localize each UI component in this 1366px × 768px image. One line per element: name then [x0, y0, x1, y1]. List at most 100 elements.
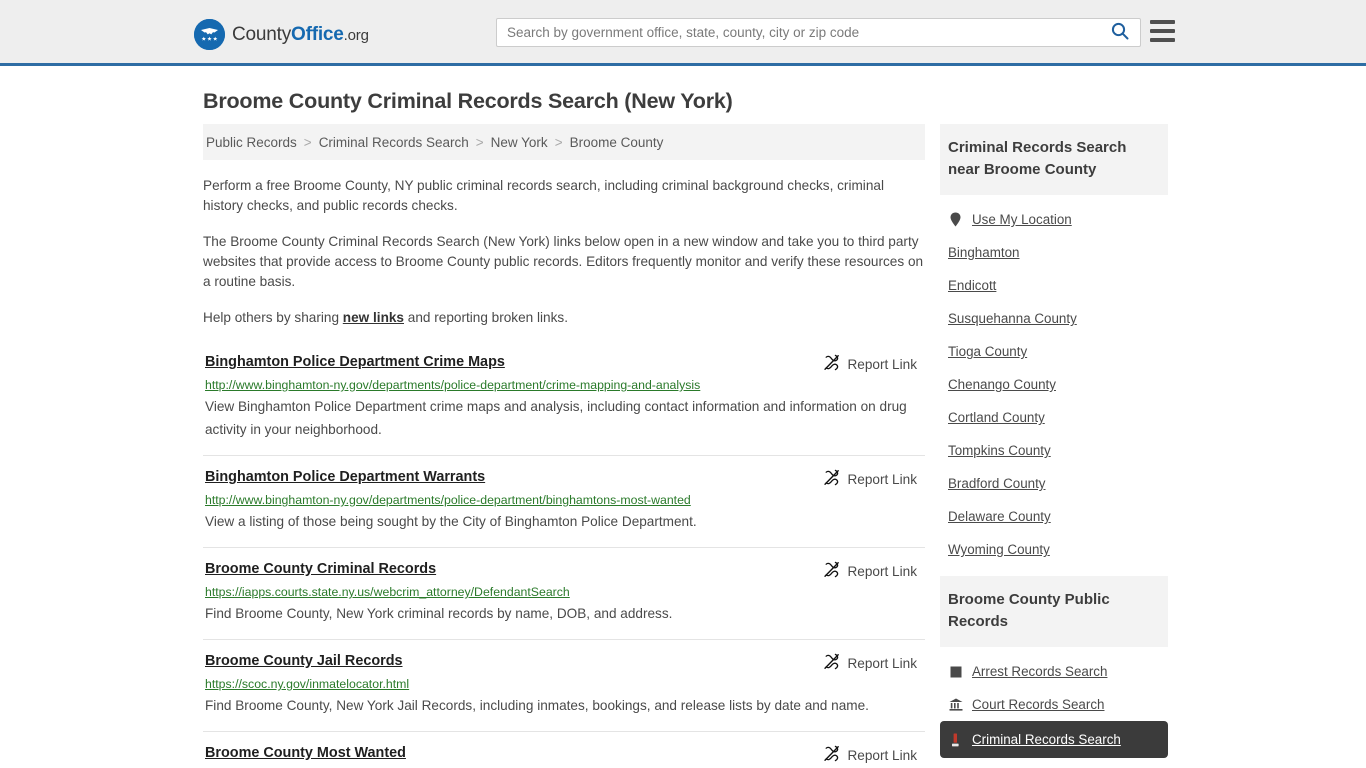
logo-text: CountyOffice.org: [232, 24, 369, 46]
result-title-link[interactable]: Broome County Jail Records: [205, 653, 403, 669]
sidebar-link-chenango-county[interactable]: Chenango County: [940, 368, 1168, 401]
breadcrumb-item[interactable]: New York: [491, 135, 548, 150]
report-link-label: Report Link: [847, 655, 917, 671]
sidebar-link-label: Wyoming County: [948, 542, 1050, 557]
result-item: Binghamton Police Department Warrants Rep…: [203, 456, 925, 548]
result-item: Broome County Jail Records Report Link htt…: [203, 640, 925, 732]
site-header: CountyOffice.org: [0, 0, 1366, 66]
sidebar-link-cortland-county[interactable]: Cortland County: [940, 401, 1168, 434]
report-link-button[interactable]: Report Link: [823, 745, 917, 765]
report-link-button[interactable]: Report Link: [823, 653, 917, 673]
result-header: Binghamton Police Department Warrants Rep…: [205, 469, 923, 489]
result-description: View a listing of those being sought by …: [205, 514, 697, 529]
sidebar-link-label: Delaware County: [948, 509, 1051, 524]
sidebar-link-label: Cortland County: [948, 410, 1045, 425]
sidebar-link-tompkins-county[interactable]: Tompkins County: [940, 434, 1168, 467]
intro-paragraph-2: The Broome County Criminal Records Searc…: [203, 234, 924, 289]
sidebar-link-label: Use My Location: [972, 212, 1072, 227]
map-pin-icon: [948, 212, 963, 227]
result-header: Broome County Most Wanted Report Link: [205, 745, 923, 765]
sidebar-link-delaware-county[interactable]: Delaware County: [940, 500, 1168, 533]
report-link-label: Report Link: [847, 356, 917, 372]
result-header: Broome County Jail Records Report Link: [205, 653, 923, 673]
intro-paragraph-3: Help others by sharing new links and rep…: [203, 308, 925, 328]
result-item: Broome County Most Wanted Report Link: [203, 732, 925, 768]
sidebar-link-label: Susquehanna County: [948, 311, 1077, 326]
result-title-link[interactable]: Binghamton Police Department Crime Maps: [205, 354, 505, 370]
report-link-button[interactable]: Report Link: [823, 469, 917, 489]
panel-nearby-heading: Criminal Records Search near Broome Coun…: [940, 124, 1168, 195]
hamburger-bar: [1150, 20, 1175, 24]
broken-link-icon: [823, 354, 840, 374]
result-header: Binghamton Police Department Crime Maps R…: [205, 354, 923, 374]
nearby-links-list: Use My Location Binghamton Endicott Susqueh…: [940, 195, 1168, 566]
sidebar-link-criminal-records-search[interactable]: Criminal Records Search: [940, 721, 1168, 758]
result-description: View Binghamton Police Department crime …: [205, 399, 907, 437]
result-description: Find Broome County, New York criminal re…: [205, 606, 673, 621]
breadcrumb-separator: >: [554, 134, 563, 150]
result-item: Broome County Criminal Records Report Lin…: [203, 548, 925, 640]
sidebar-link-label: Chenango County: [948, 377, 1056, 392]
result-title-link[interactable]: Broome County Most Wanted: [205, 745, 406, 761]
sidebar-link-label: Binghamton: [948, 245, 1020, 260]
sidebar-link-court-records-search[interactable]: Court Records Search: [940, 688, 1168, 721]
sidebar-link-bradford-county[interactable]: Bradford County: [940, 467, 1168, 500]
result-title-link[interactable]: Broome County Criminal Records: [205, 561, 436, 577]
magnifier-icon: [1111, 22, 1129, 43]
intro-paragraph-1: Perform a free Broome County, NY public …: [203, 178, 884, 213]
breadcrumb-item[interactable]: Broome County: [570, 135, 664, 150]
sidebar-link-label: Tioga County: [948, 344, 1028, 359]
sidebar-link-binghamton[interactable]: Binghamton: [940, 236, 1168, 269]
result-item: Binghamton Police Department Crime Maps R…: [203, 344, 925, 456]
broken-link-icon: [823, 561, 840, 581]
breadcrumb-item[interactable]: Public Records: [206, 135, 297, 150]
search-input[interactable]: [497, 19, 1100, 46]
breadcrumb-separator: >: [475, 134, 484, 150]
report-link-button[interactable]: Report Link: [823, 561, 917, 581]
hamburger-menu-icon[interactable]: [1150, 20, 1175, 42]
sidebar-link-susquehanna-county[interactable]: Susquehanna County: [940, 302, 1168, 335]
sidebar-link-wyoming-county[interactable]: Wyoming County: [940, 533, 1168, 566]
panel-public-records: Broome County Public Records Arrest Reco…: [940, 576, 1168, 758]
logo-text-office: Office: [291, 23, 344, 45]
broken-link-icon: [823, 469, 840, 489]
panel-public-records-heading: Broome County Public Records: [940, 576, 1168, 647]
intro-text: Perform a free Broome County, NY public …: [203, 160, 925, 328]
hamburger-bar: [1150, 38, 1175, 42]
site-logo[interactable]: CountyOffice.org: [194, 19, 369, 50]
sidebar-link-endicott[interactable]: Endicott: [940, 269, 1168, 302]
search-bar[interactable]: [496, 18, 1141, 47]
sidebar-link-use-my-location[interactable]: Use My Location: [940, 203, 1168, 236]
broken-link-icon: [823, 653, 840, 673]
intro-p3-after: and reporting broken links.: [404, 310, 568, 325]
result-url[interactable]: https://iapps.courts.state.ny.us/webcrim…: [205, 585, 923, 599]
sidebar-link-arrest-records-search[interactable]: Arrest Records Search: [940, 655, 1168, 688]
gavel-icon: [948, 733, 963, 747]
sidebar-link-label: Endicott: [948, 278, 997, 293]
logo-text-org: .org: [343, 26, 369, 44]
intro-p3-before: Help others by sharing: [203, 310, 343, 325]
hamburger-bar: [1150, 29, 1175, 33]
search-button[interactable]: [1100, 19, 1140, 46]
report-link-label: Report Link: [847, 747, 917, 763]
public-records-links-list: Arrest Records Search Court Records Searc…: [940, 647, 1168, 758]
breadcrumb-separator: >: [303, 134, 312, 150]
report-link-label: Report Link: [847, 471, 917, 487]
result-url[interactable]: https://scoc.ny.gov/inmatelocator.html: [205, 677, 923, 691]
sidebar: Criminal Records Search near Broome Coun…: [940, 124, 1168, 768]
new-links-link[interactable]: new links: [343, 310, 404, 325]
sidebar-link-tioga-county[interactable]: Tioga County: [940, 335, 1168, 368]
report-link-button[interactable]: Report Link: [823, 354, 917, 374]
eagle-shield-icon: [194, 19, 225, 50]
result-url[interactable]: http://www.binghamton-ny.gov/departments…: [205, 493, 923, 507]
results-list: Binghamton Police Department Crime Maps R…: [203, 344, 925, 768]
page-title: Broome County Criminal Records Search (N…: [203, 89, 733, 113]
logo-text-county: County: [232, 23, 292, 45]
breadcrumb-item[interactable]: Criminal Records Search: [319, 135, 469, 150]
result-url[interactable]: http://www.binghamton-ny.gov/departments…: [205, 378, 923, 392]
report-link-label: Report Link: [847, 563, 917, 579]
result-description: Find Broome County, New York Jail Record…: [205, 698, 869, 713]
courthouse-icon: [948, 698, 963, 711]
result-header: Broome County Criminal Records Report Lin…: [205, 561, 923, 581]
result-title-link[interactable]: Binghamton Police Department Warrants: [205, 469, 485, 485]
